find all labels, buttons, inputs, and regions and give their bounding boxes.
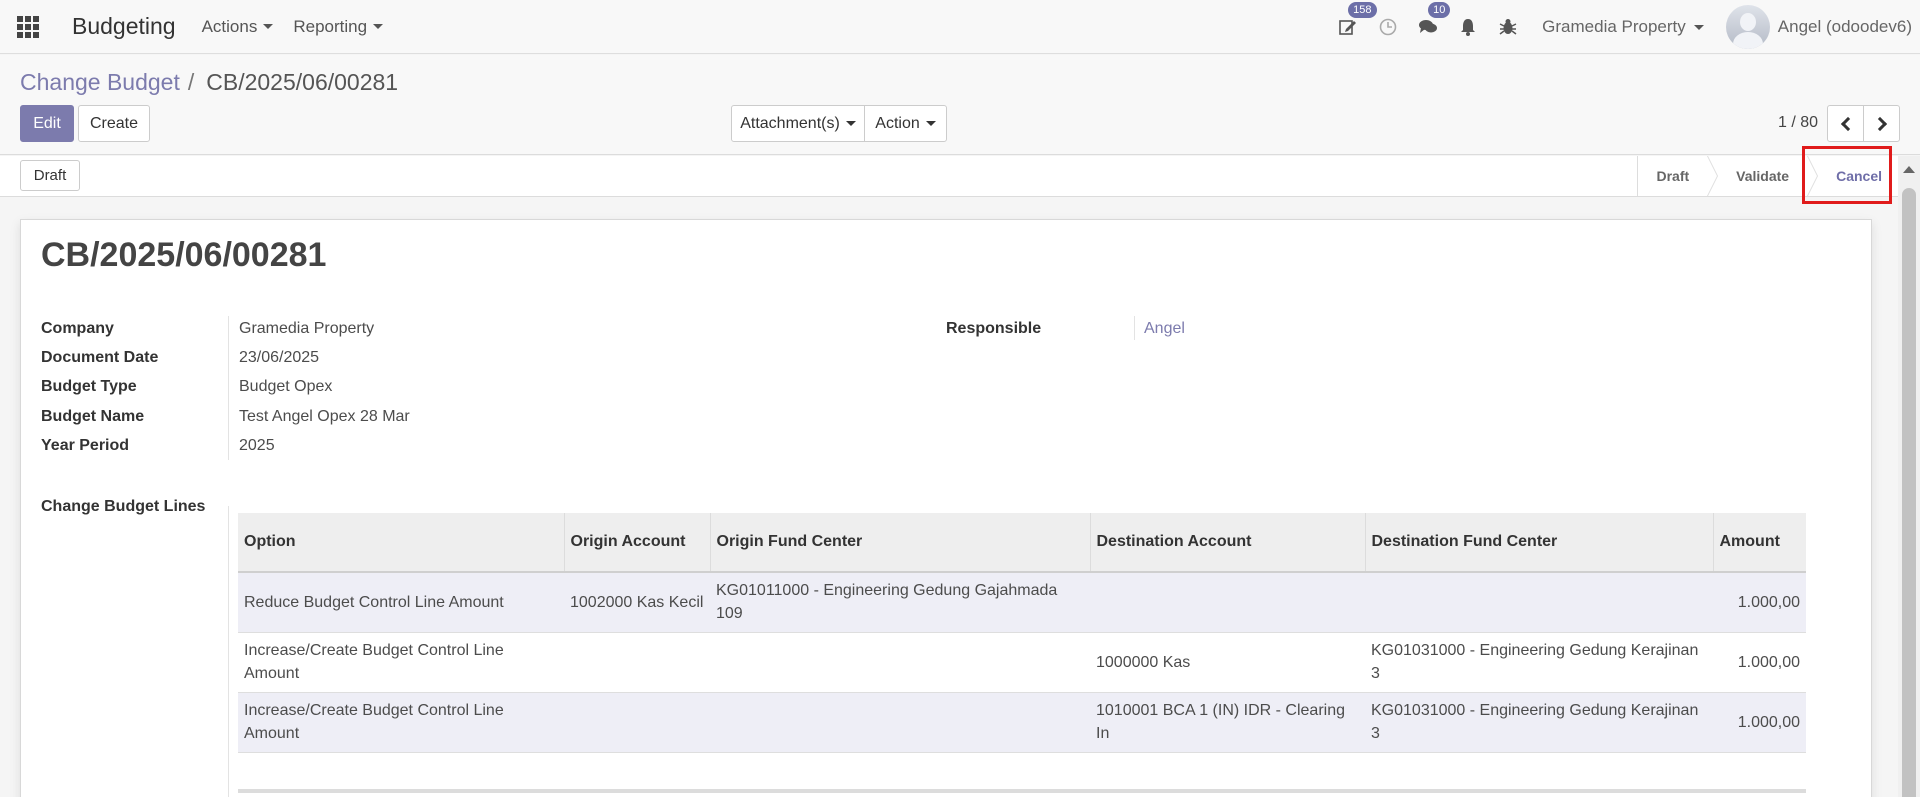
menu-reporting-label: Reporting [293,16,368,36]
table-cell-destination-fund-center: KG01031000 - Engineering Gedung Kerajina… [1365,632,1713,693]
budget-type-value: Budget Opex [239,378,333,395]
document-date-value: 23/06/2025 [239,349,320,366]
action-label: Action [875,114,920,132]
document-date-label: Document Date [41,349,159,366]
table-cell-destination-account [1090,572,1365,633]
responsible-label: Responsible [946,320,1042,337]
caret-down-icon [1693,24,1704,30]
budget-type-label: Budget Type [41,378,137,395]
field-divider [1134,316,1135,340]
column-header-amount[interactable]: Amount [1713,513,1806,573]
app-name[interactable]: Budgeting [72,13,176,40]
change-budget-lines-label: Change Budget Lines [41,498,206,515]
pager-previous-button[interactable] [1827,105,1864,142]
column-header-destination-fund-center[interactable]: Destination Fund Center [1365,513,1714,573]
status-step-validate-label: Validate [1736,168,1790,184]
caret-down-icon [925,121,936,126]
avatar[interactable] [1725,5,1770,49]
table-cell-option: Reduce Budget Control Line Amount [238,572,564,633]
year-period-label: Year Period [41,437,130,454]
table-cell-destination-account: 1000000 Kas [1090,632,1365,693]
company-label: Company [41,320,114,337]
company-switcher[interactable]: Gramedia Property [1542,17,1704,37]
budget-name-label: Budget Name [41,408,145,425]
table-cell-option: Increase/Create Budget Control Line Amou… [238,692,564,753]
status-bar: Draft Draft Validate Cancel [0,156,1900,197]
table-header-row: Option Origin Account Origin Fund Center… [238,513,1806,573]
caret-down-icon [373,24,384,29]
debug-bug-icon[interactable] [1488,0,1528,54]
table-footer-divider [238,789,1806,793]
table-cell-origin-account [564,692,710,753]
table-row[interactable]: Increase/Create Budget Control Line Amou… [238,692,1806,753]
action-dropdown[interactable]: Action [864,105,947,142]
table-cell-origin-fund-center [710,632,1090,693]
create-button[interactable]: Create [78,105,150,142]
table-cell-destination-account: 1010001 BCA 1 (IN) IDR - Clearing In [1090,692,1365,753]
menu-actions[interactable]: Actions [202,17,274,37]
edit-button[interactable]: Edit [20,105,74,142]
chevron-left-icon [1840,116,1855,131]
pager-value[interactable]: 1 / 80 [1778,114,1818,132]
table-cell-option: Increase/Create Budget Control Line Amou… [238,632,564,693]
column-header-option[interactable]: Option [238,513,565,573]
field-divider [228,316,229,460]
control-panel: Change Budget / CB/2025/06/00281 Edit Cr… [0,55,1920,155]
table-cell-amount: 1.000,00 [1713,692,1806,753]
pager-next-button[interactable] [1863,105,1900,142]
table-cell-amount: 1.000,00 [1713,632,1806,693]
attachments-label: Attachment(s) [740,114,840,132]
menu-reporting[interactable]: Reporting [293,16,384,37]
clock-icon[interactable] [1368,0,1408,54]
company-name: Gramedia Property [1542,17,1686,36]
breadcrumb-current: CB/2025/06/00281 [206,69,399,95]
table-cell-destination-fund-center [1365,572,1713,633]
table-cell-destination-fund-center: KG01031000 - Engineering Gedung Kerajina… [1365,692,1713,753]
table-cell-origin-account [564,632,710,693]
breadcrumb-separator: / [187,69,195,95]
status-step-draft[interactable]: Draft [1637,156,1719,196]
caret-down-icon [263,24,274,29]
table-row[interactable]: Increase/Create Budget Control Line Amou… [238,632,1806,693]
caret-down-icon [845,121,856,126]
table-cell-origin-fund-center [710,692,1090,753]
change-budget-lines-table: Option Origin Account Origin Fund Center… [238,513,1806,753]
table-cell-origin-account: 1002000 Kas Kecil [564,572,710,633]
bell-icon[interactable] [1448,0,1488,54]
column-header-destination-account[interactable]: Destination Account [1090,513,1366,573]
responsible-link[interactable]: Angel [1144,320,1185,338]
field-divider [228,506,229,797]
breadcrumb: Change Budget / CB/2025/06/00281 [20,69,398,96]
budget-name-value: Test Angel Opex 28 Mar [239,408,410,425]
apps-menu-icon[interactable] [0,0,56,54]
status-step-validate[interactable]: Validate [1707,156,1819,196]
messages-badge: 10 [1428,2,1451,18]
company-value: Gramedia Property [239,320,375,337]
attachments-dropdown[interactable]: Attachment(s) [731,105,865,142]
scrollbar[interactable] [1898,156,1920,797]
table-cell-origin-fund-center: KG01011000 - Engineering Gedung Gajahmad… [710,572,1090,633]
breadcrumb-parent-link[interactable]: Change Budget [20,69,180,96]
top-navbar: Budgeting Actions Reporting 158 10 Grame… [0,0,1920,54]
table-row[interactable]: Reduce Budget Control Line Amount 100200… [238,572,1806,633]
year-period-value: 2025 [239,437,275,454]
chat-icon[interactable]: 10 [1408,0,1451,54]
activity-edit-icon[interactable]: 158 [1328,0,1377,54]
scroll-thumb[interactable] [1902,188,1916,797]
scroll-up-arrow-icon[interactable] [1903,166,1915,173]
user-menu[interactable]: Angel (odoodev6) [1778,17,1912,37]
table-cell-amount: 1.000,00 [1713,572,1806,633]
menu-actions-label: Actions [201,16,258,36]
column-header-origin-account[interactable]: Origin Account [564,513,711,573]
column-header-origin-fund-center[interactable]: Origin Fund Center [710,513,1091,573]
draft-button[interactable]: Draft [20,160,80,191]
status-step-draft-label: Draft [1656,168,1690,184]
chevron-right-icon [1872,116,1887,131]
document-title: CB/2025/06/00281 [41,236,327,274]
